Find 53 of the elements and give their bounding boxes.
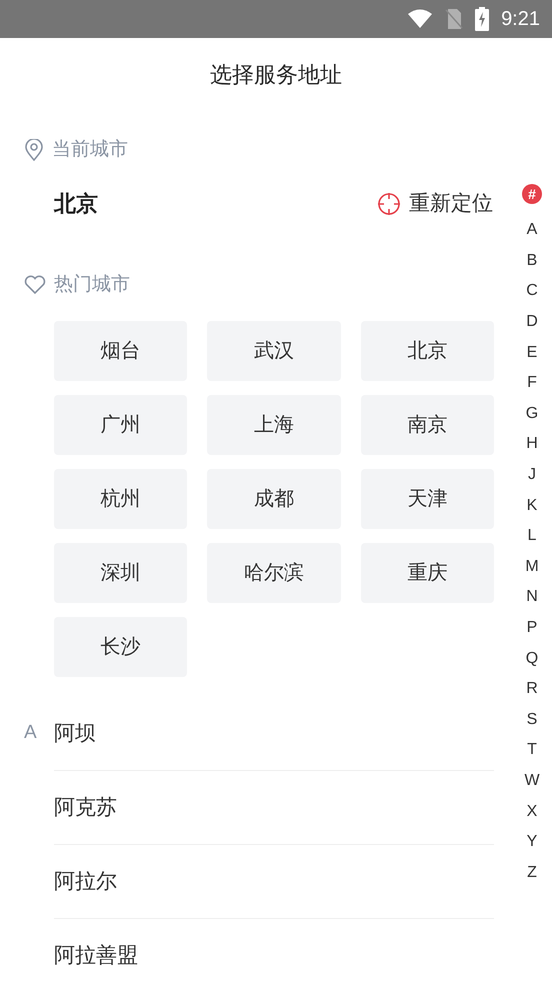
crosshair-icon [377,192,401,216]
index-letter[interactable]: B [526,246,538,276]
index-letter[interactable]: L [528,520,536,552]
city-chip[interactable]: 哈尔滨 [207,543,341,603]
wifi-icon [407,9,434,29]
city-chip[interactable]: 天津 [360,469,494,529]
index-letter[interactable]: Q [526,643,538,674]
index-letter[interactable]: Y [526,826,538,858]
index-letter[interactable]: R [526,674,538,704]
no-sim-icon [445,8,464,30]
index-letter[interactable]: Z [527,857,537,888]
index-letter[interactable]: H [526,429,538,460]
index-letter[interactable]: N [526,582,538,613]
letter-heading: A [24,721,38,745]
status-time: 9:21 [501,7,540,32]
index-letter[interactable]: S [526,704,538,736]
relocate-button[interactable]: 重新定位 [377,188,494,220]
index-letter[interactable]: A [526,215,538,246]
index-letter[interactable]: D [526,306,538,338]
city-list-item[interactable]: 阿坝 [54,697,494,771]
city-chip[interactable]: 南京 [360,395,494,455]
current-city: 北京 [54,190,98,218]
city-chip[interactable]: 武汉 [207,321,341,381]
city-list-item[interactable]: 阿拉尔 [54,845,494,919]
city-list-item[interactable]: 阿克苏 [54,771,494,845]
index-letter[interactable]: E [526,337,538,368]
location-pin-icon [24,139,44,162]
city-chip[interactable]: 北京 [360,321,494,381]
city-chip[interactable]: 重庆 [360,543,494,603]
index-letter[interactable]: F [527,368,537,399]
section-label: 热门城市 [54,272,130,296]
city-chip[interactable]: 成都 [207,469,341,529]
index-letter[interactable]: P [526,612,538,644]
battery-icon [475,7,490,31]
city-chip[interactable]: 广州 [54,395,188,455]
city-chip[interactable]: 杭州 [54,469,188,529]
index-letter[interactable]: X [526,796,538,827]
index-letter[interactable]: C [526,276,538,307]
page-title: 选择服务地址 [210,60,342,88]
city-chip[interactable]: 长沙 [54,617,188,677]
city-chip[interactable]: 烟台 [54,321,188,381]
city-chip[interactable]: 上海 [207,395,341,455]
index-letter[interactable]: G [526,398,538,430]
heart-icon [24,274,46,295]
index-letter[interactable]: J [528,460,536,490]
index-letter[interactable]: T [527,735,537,766]
index-letter[interactable]: # [522,184,542,204]
city-chip[interactable]: 深圳 [54,543,188,603]
city-list-item[interactable]: 阿拉善盟 [54,919,494,981]
index-letter[interactable]: W [524,766,540,796]
index-letter[interactable]: K [526,490,538,521]
index-letter[interactable]: M [525,552,539,582]
section-label: 当前城市 [52,138,128,162]
